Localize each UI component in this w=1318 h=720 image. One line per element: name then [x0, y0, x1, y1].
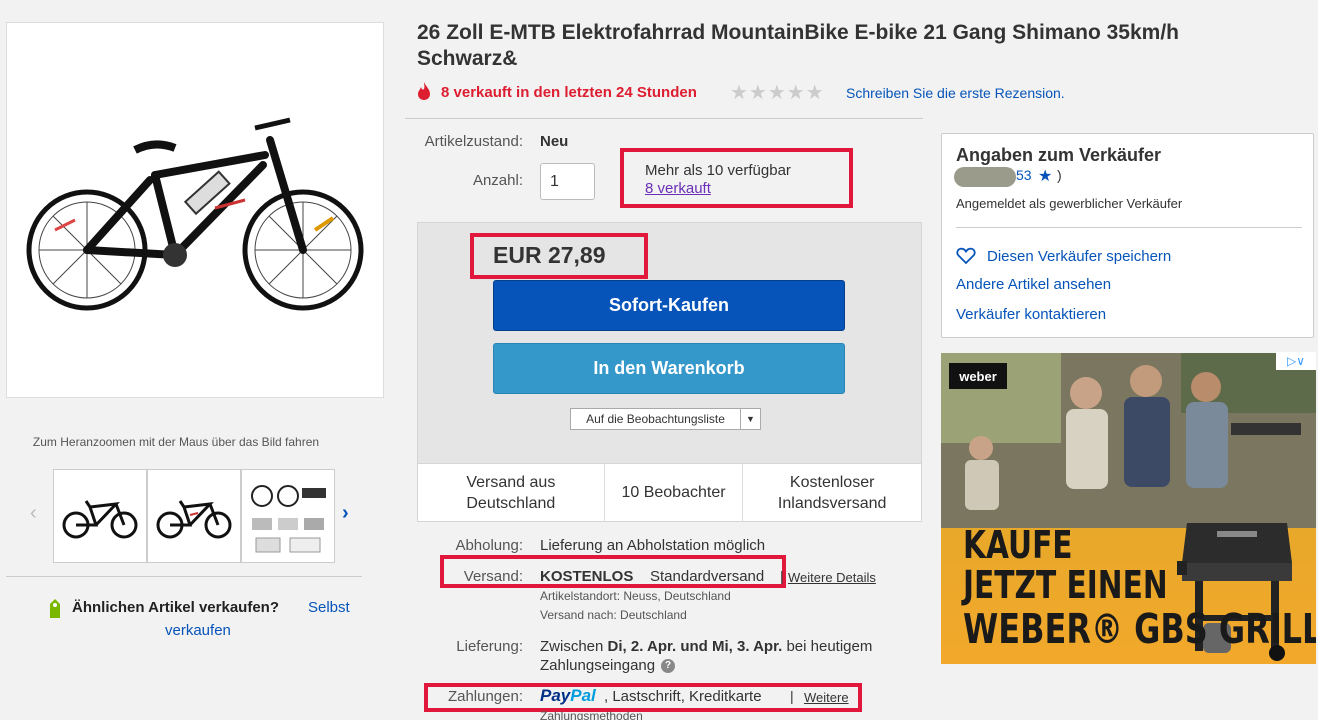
stat-watchers: 10 Beobachter — [605, 464, 744, 521]
seller-type: Angemeldet als gewerblicher Verkäufer — [956, 196, 1183, 211]
price: EUR 27,89 — [493, 242, 606, 268]
thumbnail-bike-icon — [156, 500, 232, 539]
shipping-free: KOSTENLOS — [540, 568, 634, 585]
payments-label: Zahlungen: — [447, 688, 523, 705]
sold-count-link[interactable]: 8 verkauft — [645, 180, 711, 197]
thumbnail-prev-arrow[interactable]: ‹ — [30, 502, 37, 525]
paypal-logo-pay: Pay — [540, 686, 571, 705]
shipping-type: Standardversand — [650, 568, 765, 585]
recent-sales-text: 8 verkauft in den letzten 24 Stunden — [441, 84, 697, 101]
thumbnail-bike-icon — [62, 500, 138, 539]
thumbnail-1[interactable] — [53, 469, 147, 563]
stat-ships-from: Versand aus Deutschland — [418, 464, 605, 521]
divider — [956, 227, 1302, 228]
delivery-suffix: bei heutigem — [782, 638, 873, 655]
write-review-link[interactable]: Schreiben Sie die erste Rezension. — [846, 85, 1065, 101]
delivery-condition: Zahlungseingang — [540, 657, 656, 674]
seller-feedback-score[interactable]: 53 — [1016, 167, 1032, 183]
weber-logo: weber — [949, 363, 1007, 389]
delivery-estimate-continued: Zahlungseingang ? — [540, 657, 676, 674]
more-payments-link[interactable]: Weitere — [804, 690, 849, 705]
shipping-label: Versand: — [463, 568, 523, 585]
price-tag-icon — [46, 598, 64, 625]
bike-image — [26, 117, 364, 311]
rating-stars: ★★★★★ — [730, 82, 825, 104]
seller-score-paren: ) — [1057, 167, 1062, 183]
main-product-image[interactable] — [6, 22, 384, 398]
availability-text: Mehr als 10 verfügbar — [645, 162, 791, 179]
quantity-label: Anzahl: — [472, 172, 523, 189]
delivery-label: Lieferung: — [456, 638, 523, 655]
thumbnail-3[interactable] — [241, 469, 335, 563]
contact-seller-link[interactable]: Verkäufer kontaktieren — [956, 306, 1106, 323]
save-seller-link[interactable]: Diesen Verkäufer speichern — [987, 248, 1171, 265]
separator: | — [790, 688, 794, 704]
condition-value: Neu — [540, 133, 569, 150]
sell-similar-question: Ähnlichen Artikel verkaufen? — [72, 599, 279, 616]
divider — [6, 576, 362, 577]
adchoices-icon[interactable]: ▷∨ — [1276, 352, 1316, 370]
sell-yourself-link[interactable]: Selbst — [308, 599, 350, 616]
advertisement-banner[interactable]: weber KAUFE JETZT EINEN WEBER® GBS GRILL — [941, 353, 1316, 664]
more-payments-link-continued[interactable]: Zahlungsmethoden — [540, 709, 643, 720]
watch-list-button[interactable]: Auf die Beobachtungsliste ▼ — [570, 408, 761, 430]
seller-info-title: Angaben zum Verkäufer — [956, 145, 1162, 165]
paypal-logo-pal: Pal — [570, 686, 596, 705]
seller-name-redacted[interactable] — [954, 167, 1016, 187]
ad-headline-line3: WEBER® GBS GRILL — [963, 605, 1316, 653]
zoom-hint: Zum Heranzoomen mit der Maus über das Bi… — [32, 435, 320, 449]
stat-free-shipping: Kostenloser Inlandsversand — [777, 473, 887, 512]
stats-row: Versand aus Deutschland 10 Beobachter Ko… — [418, 463, 921, 521]
thumbnail-parts-icon — [251, 485, 326, 553]
pickup-value: Lieferung an Abholstation möglich — [540, 537, 766, 554]
fire-icon — [417, 82, 431, 105]
separator: | — [780, 568, 784, 584]
sell-yourself-link-continued[interactable]: verkaufen — [165, 622, 231, 639]
paypal-logo: PayPal — [540, 686, 596, 706]
item-location: Artikelstandort: Neuss, Deutschland — [540, 589, 731, 603]
divider — [405, 118, 923, 119]
delivery-estimate: Zwischen Di, 2. Apr. und Mi, 3. Apr. bei… — [540, 638, 872, 655]
product-title: 26 Zoll E-MTB Elektrofahrrad MountainBik… — [417, 21, 1179, 70]
star-icon: ★ — [1038, 168, 1053, 185]
buy-now-button[interactable]: Sofort-Kaufen — [493, 280, 845, 331]
shipping-details-link[interactable]: Weitere Details — [788, 570, 876, 585]
ships-to: Versand nach: Deutschland — [540, 608, 687, 622]
thumbnail-next-arrow[interactable]: › — [342, 502, 349, 525]
condition-label: Artikelzustand: — [424, 133, 523, 150]
delivery-prefix: Zwischen — [540, 638, 608, 655]
add-to-cart-button[interactable]: In den Warenkorb — [493, 343, 845, 394]
heart-icon[interactable] — [956, 247, 976, 270]
ad-headline-line2: JETZT EINEN — [963, 563, 1168, 607]
pickup-label: Abholung: — [455, 537, 523, 554]
chevron-down-icon[interactable]: ▼ — [740, 409, 760, 429]
payment-methods: , Lastschrift, Kreditkarte — [604, 688, 762, 705]
thumbnail-2[interactable] — [147, 469, 241, 563]
help-icon[interactable]: ? — [661, 658, 676, 673]
ad-headline-line1: KAUFE — [963, 523, 1073, 567]
quantity-input[interactable] — [540, 163, 595, 200]
other-items-link[interactable]: Andere Artikel ansehen — [956, 276, 1111, 293]
watch-list-label: Auf die Beobachtungsliste — [586, 412, 725, 426]
delivery-dates: Di, 2. Apr. und Mi, 3. Apr. — [607, 638, 783, 655]
